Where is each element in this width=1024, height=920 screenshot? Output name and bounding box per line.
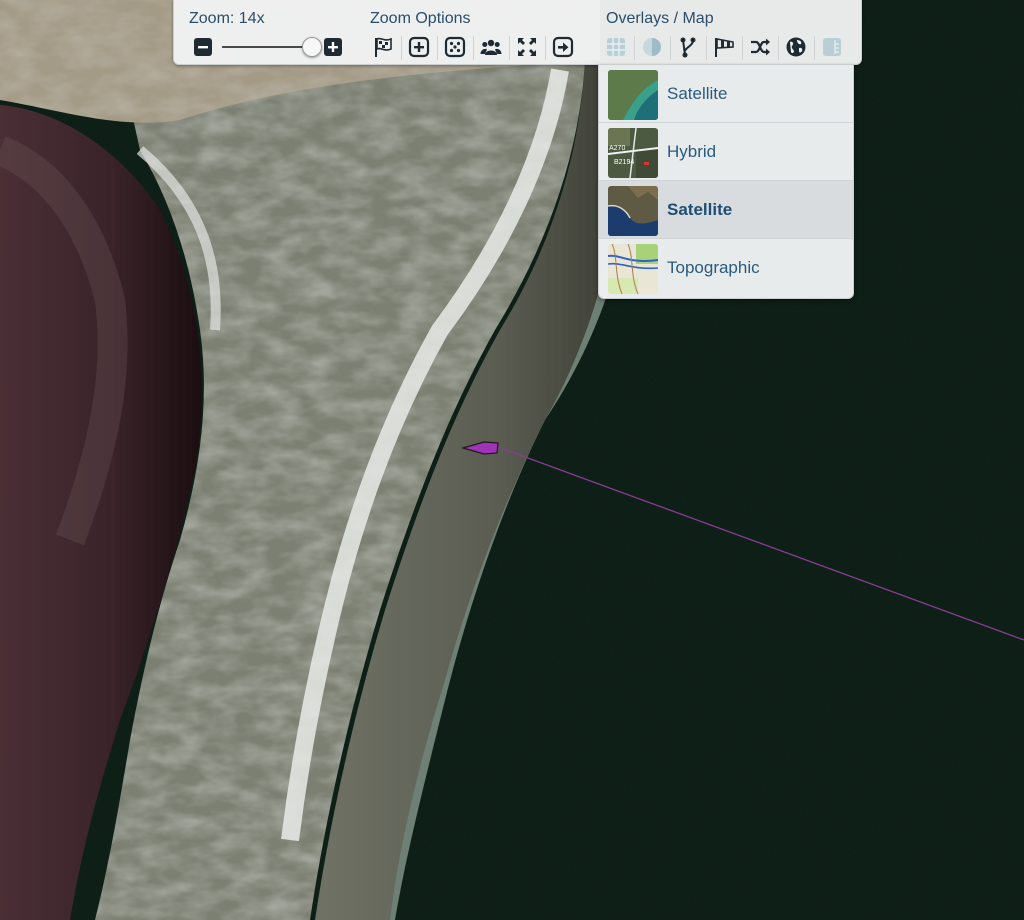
- hybrid-map-thumbnail: A270 B2194: [608, 128, 658, 178]
- overlays-map-label: Overlays / Map: [606, 10, 714, 27]
- zoom-in-button[interactable]: [320, 34, 346, 60]
- map-type-menu: Satellite A270 B2194 Hybrid Satellite Top…: [598, 64, 854, 299]
- zoom-slider[interactable]: [222, 37, 322, 57]
- shuffle-button[interactable]: [747, 34, 773, 60]
- map-type-item-hybrid[interactable]: A270 B2194 Hybrid: [599, 123, 853, 181]
- hybrid-thumb-road-label-1: A270: [609, 145, 625, 152]
- grid-icon: [607, 38, 625, 56]
- zoom-slider-thumb[interactable]: [302, 37, 322, 57]
- zoom-options-label: Zoom Options: [370, 10, 471, 27]
- menu-item-label: Satellite: [667, 199, 733, 219]
- map-layer-icon: [823, 38, 841, 56]
- zoom-out-button[interactable]: [190, 34, 216, 60]
- flag-icon: [375, 37, 392, 57]
- shuffle-icon: [751, 38, 770, 56]
- exit-arrow-icon: [552, 36, 574, 58]
- map-toolbar: Zoom: 14x Zoom Options Overlays / Map: [173, 0, 862, 65]
- fleet-button[interactable]: [478, 34, 504, 60]
- hybrid-thumb-road-label-2: B2194: [614, 159, 634, 166]
- route-fork-button[interactable]: [675, 34, 701, 60]
- map-layer-button[interactable]: [819, 34, 845, 60]
- globe-icon: [786, 37, 806, 57]
- exit-button[interactable]: [550, 34, 576, 60]
- topographic-thumbnail: [608, 244, 658, 294]
- map-type-item-satellite[interactable]: Satellite: [599, 65, 853, 123]
- grid-overlay-button[interactable]: [603, 34, 629, 60]
- finish-flag-button[interactable]: [370, 34, 396, 60]
- contrast-button[interactable]: [639, 34, 665, 60]
- map-type-item-topographic[interactable]: Topographic: [599, 239, 853, 296]
- menu-item-label: Hybrid: [667, 141, 717, 161]
- contrast-icon: [643, 38, 661, 56]
- wind-flag-icon: [715, 38, 734, 57]
- zoom-in-icon: [324, 38, 342, 56]
- zoom-slider-track: [222, 46, 312, 48]
- fork-icon: [680, 37, 696, 58]
- globe-button[interactable]: [783, 34, 809, 60]
- zoom-level-label: Zoom: 14x: [189, 10, 265, 27]
- group-icon: [480, 39, 502, 55]
- random-button[interactable]: [442, 34, 468, 60]
- satellite-coast-thumbnail: [608, 70, 658, 120]
- zoom-in-square-icon: [408, 36, 430, 58]
- satellite-map[interactable]: [0, 0, 1024, 920]
- map-type-item-satellite-selected[interactable]: Satellite: [599, 181, 853, 239]
- fit-view-button[interactable]: [514, 34, 540, 60]
- zoom-plus-button[interactable]: [406, 34, 432, 60]
- zoom-out-icon: [194, 38, 212, 56]
- dice-icon: [444, 36, 466, 58]
- menu-item-label: Satellite: [667, 83, 728, 103]
- menu-item-label: Topographic: [667, 257, 760, 277]
- fit-expand-icon: [518, 38, 536, 56]
- wind-button[interactable]: [711, 34, 737, 60]
- satellite-bay-thumbnail: [608, 186, 658, 236]
